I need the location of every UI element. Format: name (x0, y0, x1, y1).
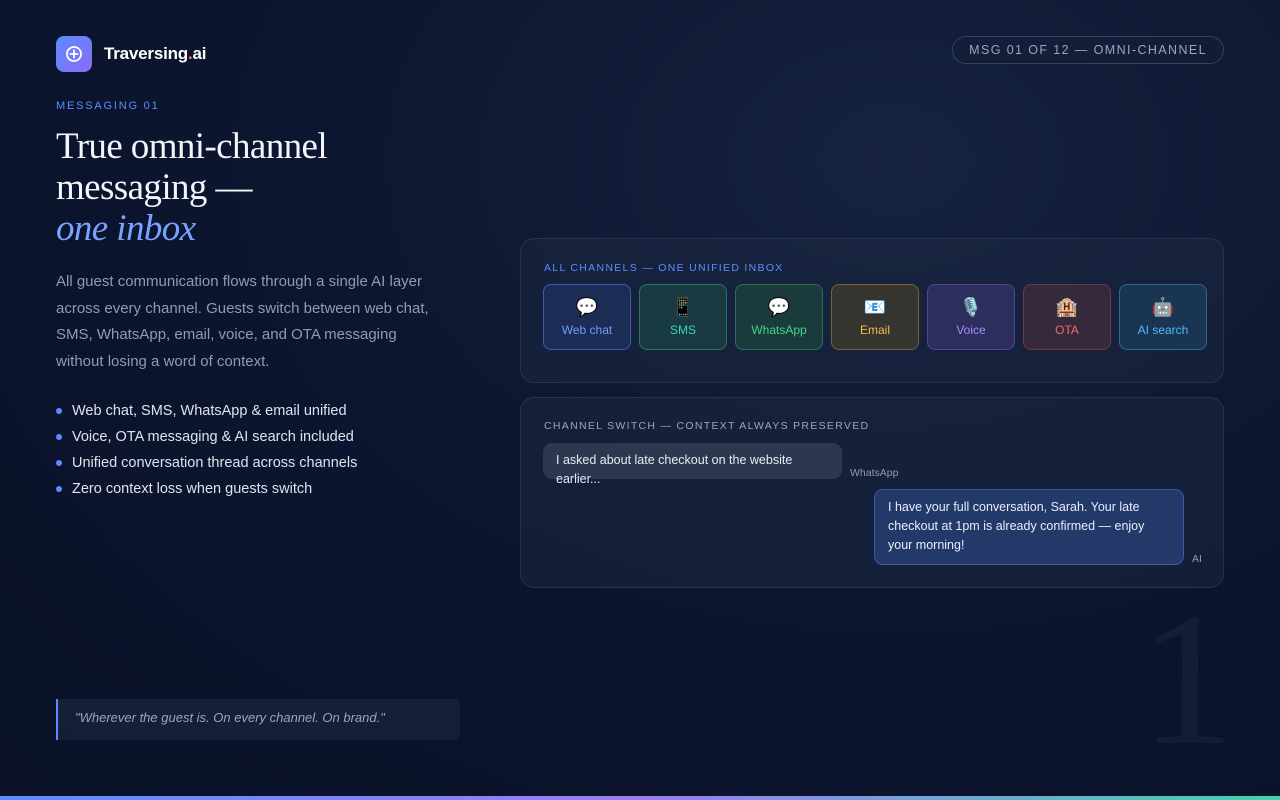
channel-label: Web chat (561, 323, 613, 337)
channel-switch-card: CHANNEL SWITCH — CONTEXT ALWAYS PRESERVE… (520, 397, 1224, 588)
bullet-dot-icon (56, 486, 62, 492)
hotel-icon: 🏨 (1055, 297, 1079, 317)
brand-name: Traversing.ai (104, 44, 207, 63)
card-label: CHANNEL SWITCH — CONTEXT ALWAYS PRESERVE… (544, 420, 870, 432)
channel-label: Email (859, 323, 890, 337)
feature-item: Voice, OTA messaging & AI search include… (56, 424, 357, 450)
section-eyebrow: MESSAGING 01 (56, 100, 160, 112)
guest-channel-label: WhatsApp (850, 467, 899, 479)
headline-line-1: True omni-channel (56, 126, 328, 167)
speech-bubble-icon: 💬 (767, 297, 791, 317)
feature-item: Zero context loss when guests switch (56, 476, 357, 502)
bullet-dot-icon (56, 408, 62, 414)
page-title: True omni-channel messaging — one inbox (56, 126, 476, 249)
channel-label: AI search (1137, 323, 1189, 337)
bullet-dot-icon (56, 460, 62, 466)
channel-label: WhatsApp (751, 323, 807, 337)
channel-list: 💬 Web chat 📱 SMS 💬 WhatsApp 📧 Email 🎙️ V… (543, 284, 1207, 350)
channel-ota[interactable]: 🏨 OTA (1023, 284, 1111, 350)
slide-number-watermark: 1 (1140, 590, 1230, 770)
brand-quote: "Wherever the guest is. On every channel… (56, 699, 460, 740)
ai-message-bubble: I have your full conversation, Sarah. Yo… (874, 489, 1184, 565)
channel-email[interactable]: 📧 Email (831, 284, 919, 350)
envelope-icon: 📧 (863, 297, 887, 317)
card-label: ALL CHANNELS — ONE UNIFIED INBOX (544, 262, 784, 274)
channel-label: SMS (669, 323, 696, 337)
headline-accent: one inbox (56, 208, 196, 249)
guest-message-bubble: I asked about late checkout on the websi… (543, 443, 842, 486)
speech-bubble-icon: 💬 (575, 297, 599, 317)
hero-description: All guest communication flows through a … (56, 273, 429, 370)
logo-mark-icon (56, 36, 92, 72)
microphone-icon: 🎙️ (959, 297, 983, 317)
headline-line-2: messaging — (56, 167, 252, 208)
mobile-phone-icon: 📱 (671, 297, 695, 317)
bullet-dot-icon (56, 434, 62, 440)
channel-whatsapp[interactable]: 💬 WhatsApp (735, 284, 823, 350)
ai-sender-label: AI (1192, 553, 1202, 565)
progress-pill: MSG 01 OF 12 — OMNI-CHANNEL (952, 36, 1224, 64)
channel-label: OTA (1055, 323, 1079, 337)
unified-inbox-card: ALL CHANNELS — ONE UNIFIED INBOX 💬 Web c… (520, 238, 1224, 383)
channel-web-chat[interactable]: 💬 Web chat (543, 284, 631, 350)
feature-list: Web chat, SMS, WhatsApp & email unified … (56, 398, 357, 502)
channel-voice[interactable]: 🎙️ Voice (927, 284, 1015, 350)
bottom-accent-bar (0, 796, 1280, 800)
feature-item: Web chat, SMS, WhatsApp & email unified (56, 398, 357, 424)
feature-item: Unified conversation thread across chann… (56, 450, 357, 476)
brand-logo[interactable]: Traversing.ai (56, 36, 207, 72)
channel-label: Voice (956, 323, 986, 337)
channel-sms[interactable]: 📱 SMS (639, 284, 727, 350)
robot-icon: 🤖 (1151, 297, 1175, 317)
channel-ai-search[interactable]: 🤖 AI search (1119, 284, 1207, 350)
